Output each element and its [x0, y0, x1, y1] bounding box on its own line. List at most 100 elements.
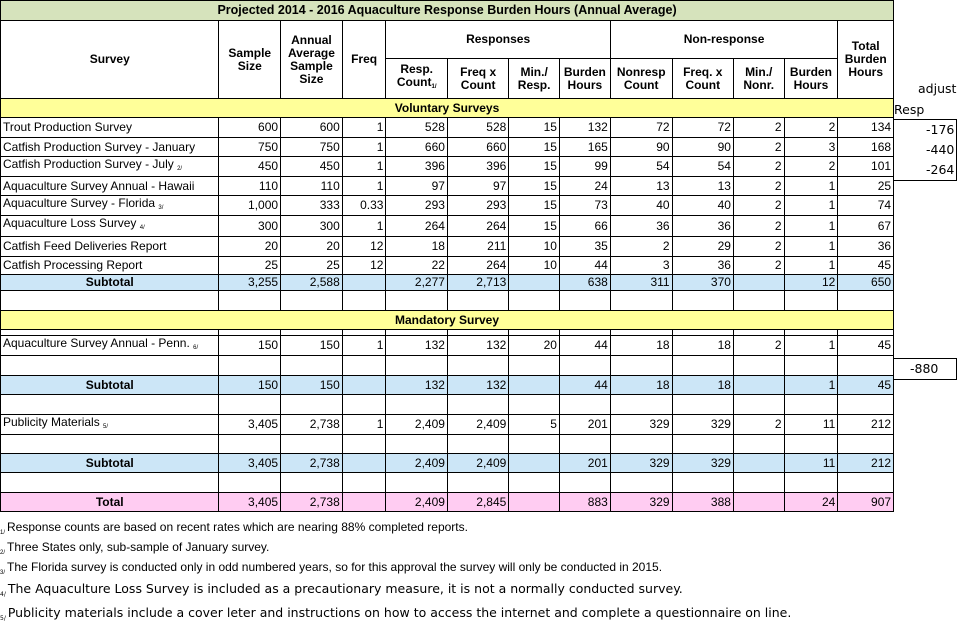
- table-cell: 12: [783, 274, 839, 291]
- table-cell: 1: [783, 176, 839, 196]
- table-cell: 45: [837, 375, 895, 395]
- table-cell: 5: [508, 414, 560, 435]
- table-cell: 2,738: [280, 492, 343, 512]
- table-cell: [732, 492, 785, 512]
- table-cell: 750: [218, 137, 282, 157]
- table-cell: 25: [218, 256, 282, 275]
- header-freq-x-count-nonresp: Freq. x Count: [671, 58, 734, 99]
- table-cell: 44: [558, 375, 611, 395]
- table-cell: 97: [446, 176, 510, 196]
- footnote-mark: 3/: [0, 570, 6, 576]
- table-cell: 90: [609, 137, 673, 157]
- header-nonresponse: Non-response: [609, 20, 839, 59]
- table-cell: 396: [446, 156, 510, 177]
- table-cell: 18: [609, 375, 673, 395]
- table-cell: 132: [446, 375, 510, 395]
- table-cell: 3,405: [218, 453, 282, 473]
- table-cell: 2: [732, 236, 785, 257]
- header-resp-count: Resp. Count1/: [385, 58, 448, 99]
- table-cell: 2,409: [446, 414, 510, 435]
- table-cell: [508, 492, 560, 512]
- table-cell: 0.33: [341, 195, 387, 216]
- header-freq-x-count: Freq x Count: [446, 58, 510, 99]
- table-cell: 134: [837, 117, 895, 138]
- table-cell: 293: [446, 195, 510, 216]
- table-cell: 132: [446, 335, 510, 356]
- table-cell: [732, 453, 785, 473]
- table-cell: 1: [783, 256, 839, 275]
- empty-row: [0, 434, 957, 454]
- table-cell: 20: [280, 236, 343, 257]
- footnote-mark: 4/: [139, 225, 145, 231]
- table-cell: 44: [558, 335, 611, 356]
- total-row: Total 3,405 2,738 2,409 2,845 883 329 388 24 907: [0, 492, 957, 512]
- table-cell: 2,845: [446, 492, 510, 512]
- table-cell: 528: [385, 117, 448, 138]
- table-cell: [341, 274, 387, 291]
- table-cell: 11: [783, 414, 839, 435]
- table-cell: 1: [341, 176, 387, 196]
- footnote-mark: 5/: [103, 423, 109, 430]
- footnote: 1/Response counts are based on recent ra…: [0, 520, 468, 536]
- table-cell: 22: [385, 256, 448, 275]
- survey-name: Catfish Processing Report: [0, 256, 220, 275]
- table-cell: 600: [218, 117, 282, 138]
- header-freq: Freq: [341, 20, 387, 99]
- table-cell: [508, 375, 560, 395]
- table-cell: 3: [783, 137, 839, 157]
- table-row: Publicity Materials 5/3,405 2,738 1 2,409 2,…: [0, 414, 957, 435]
- table-cell: [732, 274, 785, 291]
- table-cell: 2,588: [280, 274, 343, 291]
- section-mandatory: Mandatory Survey: [0, 310, 895, 330]
- table-cell: 907: [837, 492, 895, 512]
- table-cell: 300: [280, 215, 343, 237]
- table-cell: 73: [558, 195, 611, 216]
- table-cell: 168: [837, 137, 895, 157]
- row-label: Subtotal: [0, 274, 220, 291]
- table-cell: 450: [280, 156, 343, 177]
- header-min-nonr: Min./ Nonr.: [732, 58, 785, 99]
- table-row: Aquaculture Loss Survey 4/300 300 1 264 264 1…: [0, 215, 957, 237]
- footnote-text: Publicity materials include a cover lete…: [7, 605, 792, 620]
- table-cell: 2,713: [446, 274, 510, 291]
- table-cell: 20: [508, 335, 560, 356]
- table-cell: 36: [837, 236, 895, 257]
- footnote: 5/Publicity materials include a cover le…: [0, 605, 791, 622]
- table-cell: 36: [671, 215, 734, 237]
- table-cell: 24: [783, 492, 839, 512]
- table-cell: 2,409: [385, 453, 448, 473]
- table-cell: 12: [341, 256, 387, 275]
- table-cell: 1: [783, 375, 839, 395]
- table-cell: 15: [508, 195, 560, 216]
- table-cell: 2: [732, 256, 785, 275]
- table-cell: 165: [558, 137, 611, 157]
- table-cell: 2,738: [280, 453, 343, 473]
- table-cell: 18: [671, 335, 734, 356]
- footnote-text: The Florida survey is conducted only in …: [7, 560, 663, 574]
- table-cell: 29: [671, 236, 734, 257]
- table-cell: 3,405: [218, 414, 282, 435]
- section-voluntary: Voluntary Surveys: [0, 98, 895, 118]
- survey-name: Catfish Feed Deliveries Report: [0, 236, 220, 257]
- table-cell: 1: [341, 414, 387, 435]
- footnote-mark: 2/: [177, 165, 183, 172]
- footnote-text: The Aquaculture Loss Survey is included …: [7, 581, 683, 596]
- table-cell: 10: [508, 236, 560, 257]
- table-cell: 264: [446, 256, 510, 275]
- table-cell: 110: [280, 176, 343, 196]
- table-cell: 13: [609, 176, 673, 196]
- header-annual-average: Annual Average Sample Size: [280, 20, 343, 99]
- table-cell: 450: [218, 156, 282, 177]
- table-row: Aquaculture Survey - Florida 3/1,000 333 0…: [0, 195, 957, 216]
- header-min-resp: Min./ Resp.: [508, 58, 560, 99]
- table-cell: 1: [341, 137, 387, 157]
- table-cell: 18: [385, 236, 448, 257]
- table-cell: 45: [837, 256, 895, 275]
- table-cell: 1: [341, 215, 387, 237]
- table-cell: 1: [783, 335, 839, 356]
- survey-name: Aquaculture Survey Annual - Penn. 6/: [0, 335, 220, 356]
- table-cell: 2,409: [446, 453, 510, 473]
- table-cell: 660: [385, 137, 448, 157]
- table-cell: [341, 453, 387, 473]
- table-cell: 2: [732, 137, 785, 157]
